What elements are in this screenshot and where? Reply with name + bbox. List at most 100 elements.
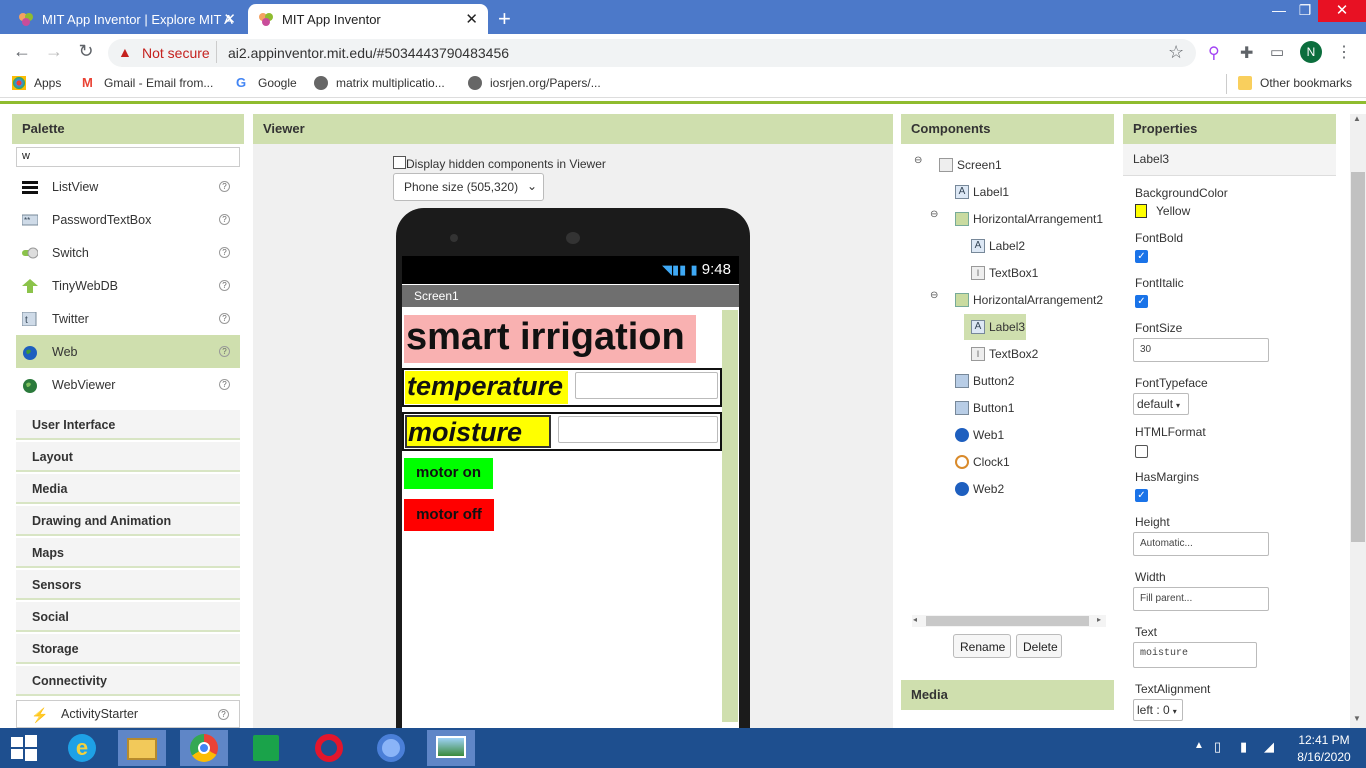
category-drawing[interactable]: Drawing and Animation: [16, 506, 240, 536]
close-icon[interactable]: ✕: [465, 10, 478, 28]
help-icon[interactable]: ?: [219, 181, 230, 192]
help-icon[interactable]: ?: [219, 280, 230, 291]
tree-textbox2[interactable]: I TextBox2: [971, 344, 1038, 364]
tree-clock1[interactable]: Clock1: [955, 452, 1010, 472]
bookmark-gmail[interactable]: M Gmail - Email from...: [82, 76, 213, 91]
button1-motor-off[interactable]: motor off: [404, 499, 494, 531]
scroll-up-icon[interactable]: ▲: [1353, 114, 1361, 123]
collapse-icon[interactable]: ⊖: [914, 155, 922, 166]
prop-backgroundcolor-value[interactable]: Yellow: [1156, 204, 1190, 218]
star-icon[interactable]: ☆: [1168, 42, 1184, 63]
help-icon[interactable]: ?: [219, 379, 230, 390]
menu-icon[interactable]: ⋮: [1336, 42, 1352, 62]
chrome-icon[interactable]: [180, 730, 228, 766]
collapse-icon[interactable]: ⊖: [930, 209, 938, 220]
tree-screen1[interactable]: Screen1: [939, 155, 1002, 175]
tree-label1[interactable]: A Label1: [955, 182, 1009, 202]
palette-search-input[interactable]: w: [16, 147, 240, 167]
scrollbar-thumb[interactable]: [1351, 172, 1365, 542]
help-icon[interactable]: ?: [219, 214, 230, 225]
help-icon[interactable]: ?: [219, 346, 230, 357]
color-swatch[interactable]: [1135, 204, 1147, 218]
palette-item-twitter[interactable]: t Twitter ?: [16, 302, 240, 335]
tree-label3-selected[interactable]: A Label3: [964, 314, 1026, 340]
back-icon[interactable]: ←: [10, 41, 34, 62]
textbox2[interactable]: [558, 416, 718, 443]
avatar[interactable]: N: [1300, 41, 1322, 63]
tab-app-inventor[interactable]: MIT App Inventor ✕: [248, 4, 488, 34]
close-icon[interactable]: ✕: [223, 10, 236, 28]
category-sensors[interactable]: Sensors: [16, 570, 240, 600]
help-icon[interactable]: ?: [218, 708, 229, 720]
bookmark-google[interactable]: G Google: [236, 76, 297, 91]
cast-icon[interactable]: ▭: [1270, 43, 1284, 61]
hidden-components-checkbox[interactable]: [393, 156, 406, 169]
forward-icon[interactable]: →: [42, 41, 66, 62]
bookmark-apps[interactable]: Apps: [12, 76, 61, 90]
help-icon[interactable]: ?: [219, 313, 230, 324]
url-text[interactable]: ai2.appinventor.mit.edu/#503444379048345…: [228, 45, 509, 61]
bookmark-matrix[interactable]: matrix multiplicatio...: [314, 76, 445, 90]
label3-moisture[interactable]: moisture: [405, 415, 551, 448]
textalignment-select[interactable]: left : 0 ▾: [1133, 699, 1183, 721]
palette-item-passwordtextbox[interactable]: ** PasswordTextBox ?: [16, 203, 240, 236]
tree-label2[interactable]: A Label2: [971, 236, 1025, 256]
restore-icon[interactable]: ❐: [1288, 2, 1322, 19]
tree-web2[interactable]: Web2: [955, 479, 1004, 499]
ie-icon[interactable]: e: [58, 730, 106, 766]
delete-button[interactable]: Delete: [1016, 634, 1062, 658]
fontitalic-checkbox[interactable]: ✓: [1135, 295, 1148, 308]
tree-horizontalarrangement1[interactable]: HorizontalArrangement1: [955, 209, 1103, 229]
tray-signal-icon[interactable]: ◢: [1264, 739, 1274, 755]
palette-item-switch[interactable]: Switch ?: [16, 236, 240, 269]
tray-battery-icon[interactable]: ▮: [1240, 739, 1247, 755]
opera-icon[interactable]: [305, 730, 353, 766]
chromium-icon[interactable]: [367, 730, 415, 766]
tree-textbox1[interactable]: I TextBox1: [971, 263, 1038, 283]
rename-button[interactable]: Rename: [953, 634, 1011, 658]
category-social[interactable]: Social: [16, 602, 240, 632]
fontbold-checkbox[interactable]: ✓: [1135, 250, 1148, 263]
bookmark-other[interactable]: Other bookmarks: [1238, 76, 1352, 90]
category-media[interactable]: Media: [16, 474, 240, 504]
security-label[interactable]: Not secure: [142, 45, 210, 61]
tray-network-icon[interactable]: ▯: [1214, 739, 1221, 755]
scroll-down-icon[interactable]: ▼: [1353, 714, 1361, 723]
label2-temperature[interactable]: temperature: [405, 371, 568, 404]
collapse-icon[interactable]: ⊖: [930, 290, 938, 301]
scroll-right-icon[interactable]: ▸: [1097, 615, 1101, 624]
reload-icon[interactable]: ↻: [74, 41, 98, 62]
category-user-interface[interactable]: User Interface: [16, 410, 240, 440]
htmlformat-checkbox[interactable]: [1135, 445, 1148, 458]
clock-date[interactable]: 8/16/2020: [1296, 750, 1352, 764]
search-icon[interactable]: ⚲: [1208, 43, 1220, 63]
windows-start-icon[interactable]: [10, 734, 38, 762]
textbox1[interactable]: [575, 372, 718, 399]
phone-size-select[interactable]: Phone size (505,320) ⌄: [393, 173, 544, 201]
tree-button1[interactable]: Button1: [955, 398, 1014, 418]
fonttypeface-select[interactable]: default ▾: [1133, 393, 1189, 415]
clock-time[interactable]: 12:41 PM: [1296, 733, 1352, 747]
palette-item-listview[interactable]: ListView ?: [16, 170, 240, 203]
label1-smart-irrigation[interactable]: smart irrigation: [404, 315, 696, 363]
help-icon[interactable]: ?: [219, 247, 230, 258]
new-tab-icon[interactable]: +: [498, 6, 511, 32]
close-window-icon[interactable]: ✕: [1318, 0, 1366, 22]
category-connectivity[interactable]: Connectivity: [16, 666, 240, 696]
palette-item-tinywebdb[interactable]: TinyWebDB ?: [16, 269, 240, 302]
text-input[interactable]: moisture: [1133, 642, 1257, 668]
palette-item-activitystarter[interactable]: ⚡ ActivityStarter ?: [16, 700, 240, 728]
photos-icon[interactable]: [427, 730, 475, 766]
hasmargins-checkbox[interactable]: ✓: [1135, 489, 1148, 502]
category-layout[interactable]: Layout: [16, 442, 240, 472]
store-icon[interactable]: [242, 730, 290, 766]
extensions-icon[interactable]: ✚: [1240, 43, 1253, 63]
tab-explore[interactable]: MIT App Inventor | Explore MIT A ✕: [8, 4, 246, 34]
category-storage[interactable]: Storage: [16, 634, 240, 664]
tree-button2[interactable]: Button2: [955, 371, 1014, 391]
palette-item-webviewer[interactable]: WebViewer ?: [16, 368, 240, 401]
width-input[interactable]: Fill parent...: [1133, 587, 1269, 611]
button2-motor-on[interactable]: motor on: [404, 458, 493, 489]
tree-horizontalarrangement2[interactable]: HorizontalArrangement2: [955, 290, 1103, 310]
tray-chevron-icon[interactable]: ▲: [1194, 740, 1204, 751]
